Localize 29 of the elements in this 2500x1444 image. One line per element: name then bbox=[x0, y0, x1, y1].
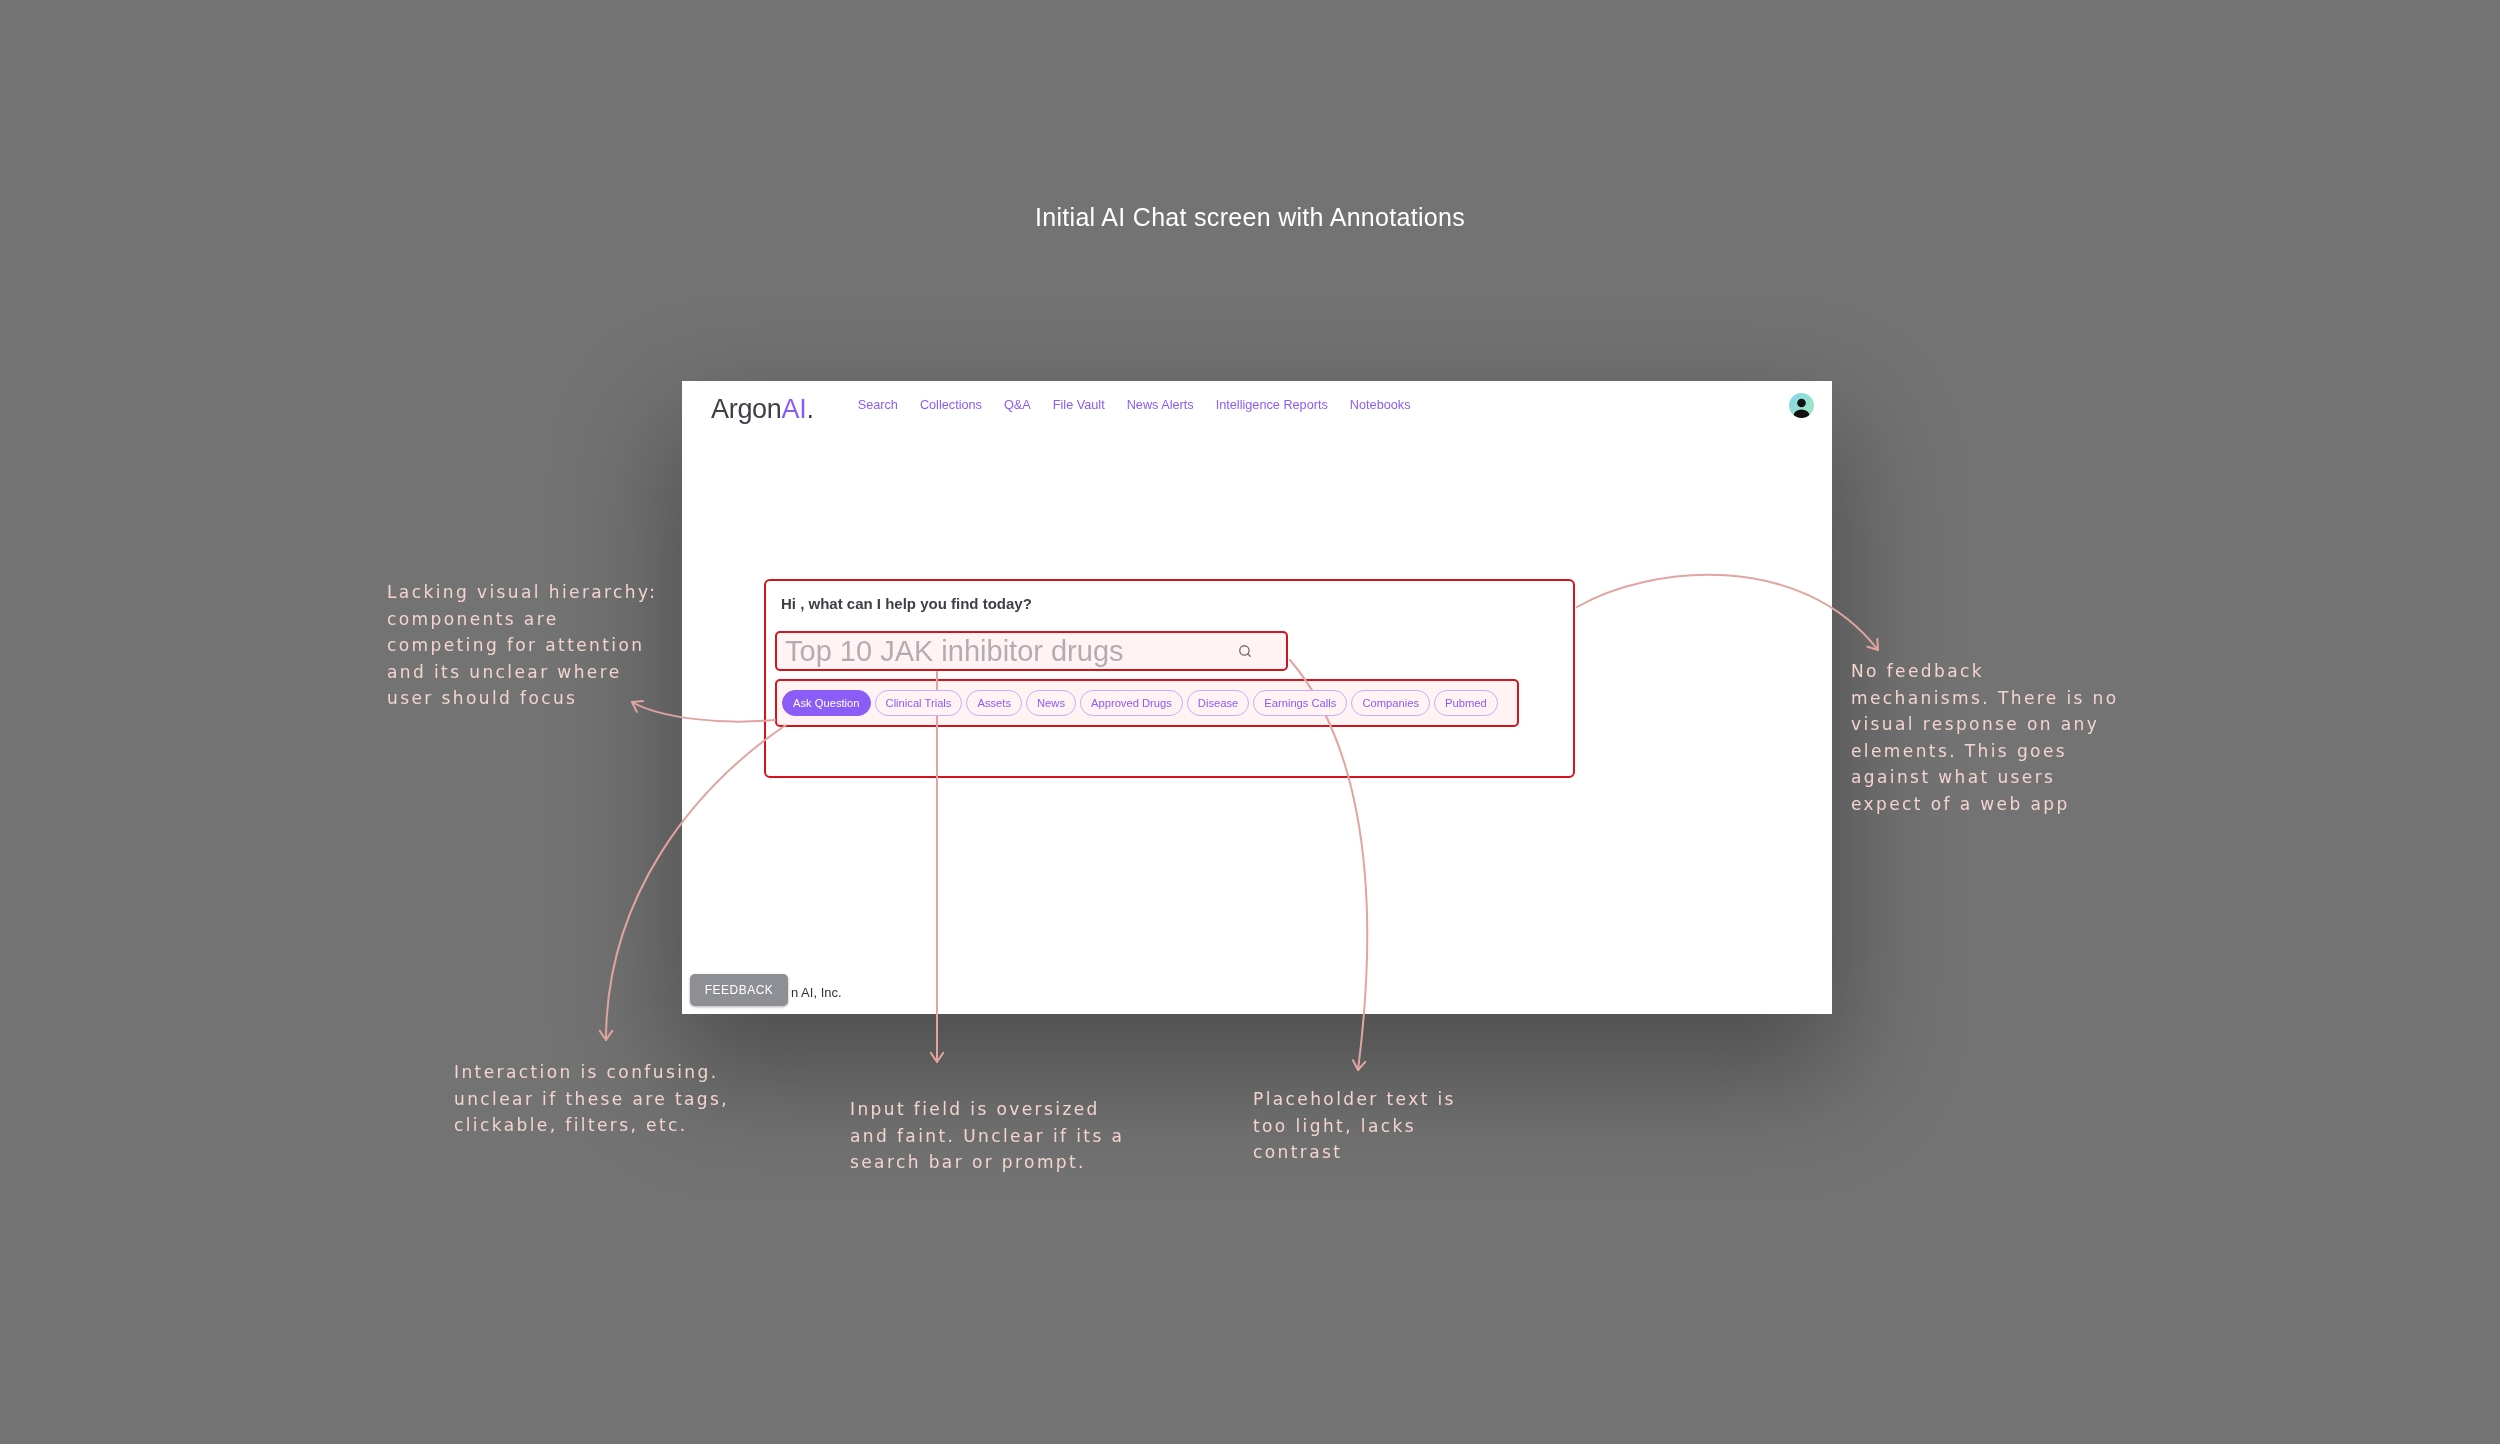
filter-chip[interactable]: Companies bbox=[1351, 690, 1430, 716]
nav-link[interactable]: Notebooks bbox=[1349, 398, 1411, 412]
filter-chip[interactable]: Clinical Trials bbox=[874, 690, 963, 716]
avatar-icon[interactable] bbox=[1789, 392, 1814, 418]
greeting-text: Hi , what can I help you find today? bbox=[781, 594, 1033, 614]
filter-chip[interactable]: Pubmed bbox=[1434, 690, 1498, 716]
feedback-button[interactable]: FEEDBACK bbox=[690, 974, 788, 1006]
nav-link[interactable]: File Vault bbox=[1052, 398, 1105, 412]
nav-link[interactable]: Q&A bbox=[1003, 398, 1031, 412]
filter-chip[interactable]: Ask Question bbox=[782, 690, 871, 716]
filter-chip[interactable]: Earnings Calls bbox=[1253, 690, 1348, 716]
nav-link[interactable]: Search bbox=[857, 398, 898, 412]
annotation-note: No feedback mechanisms. There is no visual response on any elements. This goes against what users expect of a web app bbox=[1851, 660, 2119, 816]
filter-chip[interactable]: Assets bbox=[966, 690, 1023, 716]
search-field[interactable]: Top 10 JAK inhibitor drugs bbox=[775, 631, 1288, 671]
nav-link[interactable]: Intelligence Reports bbox=[1215, 398, 1328, 412]
annotation-note: Interaction is confusing. unclear if these are tags, clickable, filters, etc. bbox=[454, 1061, 730, 1138]
annotation-note: Lacking visual hierarchy: components are competing for attention and its unclear where user should focus bbox=[387, 581, 658, 711]
annotation-note: Placeholder text is too light, lacks contrast bbox=[1253, 1088, 1456, 1165]
annotation-note: Input field is oversized and faint. Unclear if its a search bar or prompt. bbox=[850, 1098, 1125, 1175]
filter-chip[interactable]: News bbox=[1026, 690, 1076, 716]
filter-chip[interactable]: Disease bbox=[1186, 690, 1250, 716]
page-title: Initial AI Chat screen with Annotations bbox=[1035, 202, 1465, 232]
footer-text: n AI, Inc. bbox=[791, 983, 842, 1000]
nav-link[interactable]: News Alerts bbox=[1126, 398, 1194, 412]
filter-chip[interactable]: Approved Drugs bbox=[1080, 690, 1183, 716]
logo[interactable]: ArgonAI. bbox=[711, 385, 814, 425]
nav-link[interactable]: Collections bbox=[919, 398, 982, 412]
search-icon[interactable] bbox=[1238, 644, 1252, 658]
